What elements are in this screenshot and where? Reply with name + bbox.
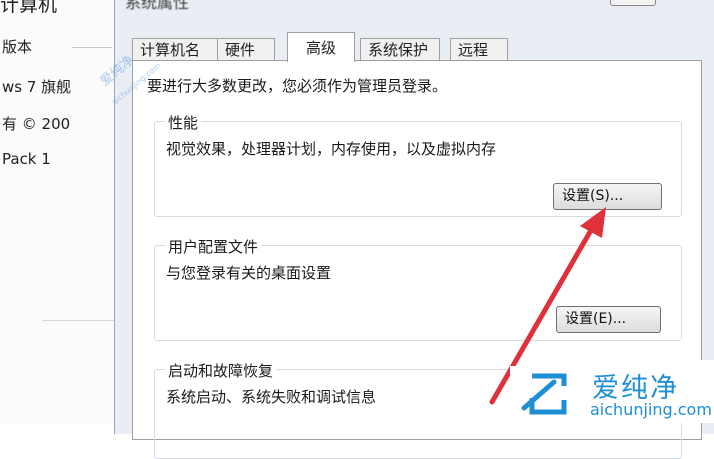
dialog-title: 系统属性 [125,0,190,12]
user-profiles-settings-button[interactable]: 设置(E)... [556,306,661,333]
watermark-url: aichunjing.com [590,400,712,419]
user-profiles-description: 与您登录有关的桌面设置 [166,264,332,282]
startup-recovery-title: 启动和故障恢复 [165,360,277,381]
tab-computer-name[interactable]: 计算机名 [132,38,218,61]
os-name: ws 7 旗舰 [2,78,72,96]
user-profiles-group: 用户配置文件 与您登录有关的桌面设置 设置(E)... [154,236,682,341]
performance-settings-button[interactable]: 设置(S)... [553,183,662,210]
close-button[interactable] [610,0,656,6]
watermark-logo-icon [521,373,567,415]
copyright-text: 有 © 200 [2,115,71,133]
tab-system-protection[interactable]: 系统保护 [360,38,440,61]
admin-note: 要进行大多数更改，您必须作为管理员登录。 [147,77,448,95]
startup-recovery-description: 系统启动、系统失败和调试信息 [166,388,377,406]
divider [42,320,122,321]
performance-group: 性能 视觉效果，处理器计划，内存使用，以及虚拟内存 设置(S)... [154,112,682,217]
divider [72,47,112,48]
performance-title: 性能 [165,112,202,133]
windows-edition-label: 版本 [2,38,33,56]
tab-remote[interactable]: 远程 [450,38,508,61]
performance-description: 视觉效果，处理器计划，内存使用，以及虚拟内存 [166,140,497,158]
background-window-title: 计算机 [0,0,58,16]
tab-advanced[interactable]: 高级 [287,32,355,62]
watermark-logo: 爱纯净 aichunjing.com [510,366,714,423]
tab-hardware[interactable]: 硬件 [217,38,275,61]
user-profiles-title: 用户配置文件 [165,236,262,257]
service-pack-text: Pack 1 [2,150,51,168]
